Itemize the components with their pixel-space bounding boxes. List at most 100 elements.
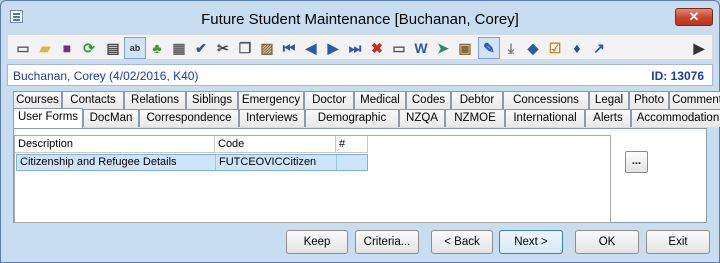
tab-relations[interactable]: Relations [124, 91, 186, 109]
column-code[interactable]: Code [215, 136, 336, 153]
tab-medical[interactable]: Medical [354, 91, 406, 109]
close-button[interactable]: ✕ [675, 8, 713, 26]
copy-icon: ❐ [238, 40, 252, 56]
clipboard-icon: ▣ [458, 40, 472, 56]
table-row[interactable]: Citizenship and Refugee Details FUTCEOVI… [16, 154, 368, 171]
browse-button[interactable]: ... [625, 151, 648, 173]
clipboard-button[interactable]: ▣ [454, 37, 476, 59]
tab-docman[interactable]: DocMan [83, 109, 139, 127]
tab-contacts[interactable]: Contacts [62, 91, 124, 109]
tab-debtor[interactable]: Debtor [451, 91, 503, 109]
calculator-icon: ▦ [172, 40, 186, 56]
keep-button[interactable]: Keep [286, 230, 348, 254]
criteria-button[interactable]: Criteria... [355, 230, 419, 254]
next-record-button[interactable]: ▶ [322, 37, 344, 59]
first-record-icon: ⏮ [282, 40, 296, 56]
refresh-icon: ⟳ [83, 40, 95, 56]
tab-photo[interactable]: Photo [629, 91, 669, 109]
grid-header: Description Code # [15, 136, 610, 153]
text-field-button[interactable]: ab [124, 37, 146, 59]
exit-button[interactable]: Exit [646, 230, 710, 254]
print-icon: ▤ [106, 40, 120, 56]
approve-icon: ✎ [483, 40, 495, 56]
tag-button[interactable]: ◆ [522, 37, 544, 59]
back-button[interactable]: < Back [431, 230, 493, 254]
text-field-icon: ab [129, 43, 141, 53]
open-folder-button[interactable]: ▰ [34, 37, 56, 59]
arrow-button[interactable]: ↗ [588, 37, 610, 59]
cut-icon: ✂ [217, 40, 229, 56]
tag-icon: ◆ [527, 40, 539, 56]
previous-record-button[interactable]: ◀ [300, 37, 322, 59]
arrow-icon: ↗ [593, 40, 605, 56]
tab-correspondence[interactable]: Correspondence [139, 109, 239, 127]
tab-concessions[interactable]: Concessions [503, 91, 589, 109]
word-document-icon: W [414, 40, 428, 56]
tab-comment[interactable]: Comment [669, 91, 720, 109]
open-folder-icon: ▰ [39, 40, 51, 56]
cell-number [337, 155, 367, 170]
student-id: ID: 13076 [651, 69, 704, 83]
tab-international[interactable]: International [505, 109, 585, 127]
user-forms-panel: Description Code # Citizenship and Refug… [13, 128, 707, 223]
tab-legal[interactable]: Legal [589, 91, 629, 109]
paste-button[interactable]: ▨ [256, 37, 278, 59]
column-number[interactable]: # [336, 136, 368, 153]
cut-button[interactable]: ✂ [212, 37, 234, 59]
last-record-button[interactable]: ⏭ [344, 37, 366, 59]
tab-user-forms[interactable]: User Forms [13, 108, 83, 128]
cell-description: Citizenship and Refugee Details [17, 155, 216, 170]
tab-emergency[interactable]: Emergency [238, 91, 304, 109]
print-button[interactable]: ▤ [102, 37, 124, 59]
tab-siblings[interactable]: Siblings [186, 91, 238, 109]
exit-button[interactable]: ▶ [688, 37, 710, 59]
next-record-icon: ▶ [327, 40, 339, 56]
tab-interviews[interactable]: Interviews [239, 109, 305, 127]
tab-accommodation[interactable]: Accommodation [631, 109, 720, 127]
spellcheck-icon: ✔ [195, 40, 207, 56]
new-document-icon: ▭ [16, 40, 30, 56]
new-document-button[interactable]: ▭ [12, 37, 34, 59]
first-record-button[interactable]: ⏮ [278, 37, 300, 59]
save-icon: ■ [62, 40, 72, 56]
approve-button[interactable]: ✎ [478, 37, 500, 59]
tab-nzqa[interactable]: NZQA [399, 109, 445, 127]
student-maintenance-window: Future Student Maintenance [Buchanan, Co… [0, 0, 720, 263]
tab-nzmoe[interactable]: NZMOE [445, 109, 505, 127]
tab-courses[interactable]: Courses [13, 91, 62, 109]
tab-demographic[interactable]: Demographic [305, 109, 399, 127]
tree-icon: ♣ [152, 40, 162, 56]
delete-icon: ✖ [371, 40, 383, 56]
student-info-bar: Buchanan, Corey (4/02/2016, K40) ID: 130… [7, 64, 713, 86]
tab-codes[interactable]: Codes [406, 91, 451, 109]
pin-button[interactable]: ♦ [566, 37, 588, 59]
column-description[interactable]: Description [15, 136, 215, 153]
send-icon: ➤ [437, 40, 449, 56]
exit-icon: ▶ [693, 40, 705, 56]
checklist-icon: ☑ [548, 40, 562, 56]
tab-doctor[interactable]: Doctor [304, 91, 354, 109]
send-button[interactable]: ➤ [432, 37, 454, 59]
paste-icon: ▨ [260, 40, 274, 56]
user-forms-grid[interactable]: Description Code # Citizenship and Refug… [14, 135, 611, 223]
delete-button[interactable]: ✖ [366, 37, 388, 59]
word-document-button[interactable]: W [410, 37, 432, 59]
save-button[interactable]: ■ [56, 37, 78, 59]
previous-record-icon: ◀ [305, 40, 317, 56]
tab-alerts[interactable]: Alerts [585, 109, 631, 127]
next-button[interactable]: Next > [499, 230, 563, 254]
title-bar: Future Student Maintenance [Buchanan, Co… [1, 1, 719, 33]
student-summary: Buchanan, Corey (4/02/2016, K40) [13, 69, 199, 83]
card-button[interactable]: ▭ [388, 37, 410, 59]
ok-button[interactable]: OK [575, 230, 639, 254]
toolbar: ▭ ▰ ■ ⟳ ▤ ab ♣ ▦ ✔ ✂ ❐ ▨ ⏮ ◀ ▶ ⏭ ✖ ▭ W ➤ ▣ ✎ ⤓ ◆ ☑ ♦ ↗ ▶ [7, 34, 713, 60]
download-button[interactable]: ⤓ [500, 37, 522, 59]
download-icon: ⤓ [507, 40, 515, 56]
tree-button[interactable]: ♣ [146, 37, 168, 59]
window-title: Future Student Maintenance [Buchanan, Co… [201, 11, 519, 28]
checklist-button[interactable]: ☑ [544, 37, 566, 59]
copy-button[interactable]: ❐ [234, 37, 256, 59]
spellcheck-button[interactable]: ✔ [190, 37, 212, 59]
refresh-button[interactable]: ⟳ [78, 37, 100, 59]
calculator-button[interactable]: ▦ [168, 37, 190, 59]
